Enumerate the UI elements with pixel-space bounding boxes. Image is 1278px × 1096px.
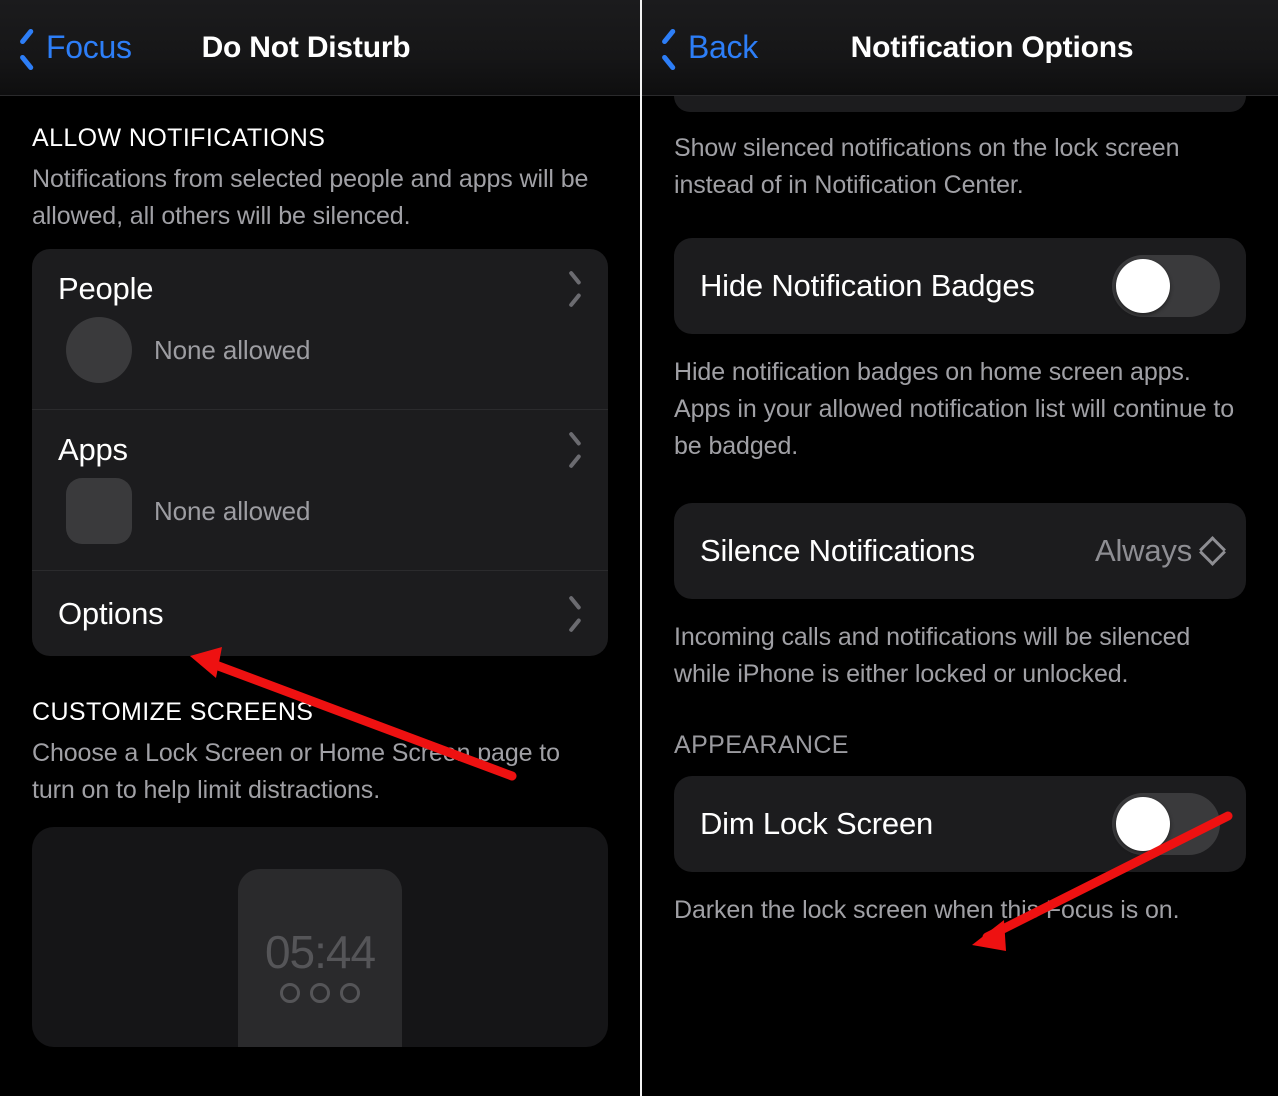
toggle-knob [1116,259,1170,313]
right-content: Show silenced notifications on the lock … [642,96,1278,929]
left-content: ALLOW NOTIFICATIONS Notifications from s… [0,124,640,1047]
page-dot-icon [310,983,330,1003]
hide-notification-badges-label: Hide Notification Badges [700,268,1035,303]
people-row[interactable]: People None allowed [32,249,608,409]
lock-screen-preview-card[interactable]: 05:44 [32,827,608,1047]
chevron-left-icon [660,31,680,65]
people-status: None allowed [154,334,311,365]
preview-clock: 05:44 [264,926,376,978]
page-dot-icon [280,983,300,1003]
apps-status: None allowed [154,495,311,526]
scrolled-off-card-edge [674,96,1246,112]
page-title: Notification Options [850,30,1134,64]
hide-notification-badges-card: Hide Notification Badges [674,238,1246,334]
left-nav-bar: Focus Do Not Disturb [0,0,640,96]
person-avatar-placeholder-icon [66,317,132,383]
back-button-focus[interactable]: Focus [18,29,132,66]
people-row-bottom: None allowed [32,307,608,409]
silence-notifications-card: Silence Notifications Always [674,503,1246,599]
notification-options-screen: Back Notification Options Show silenced … [642,0,1278,1096]
right-nav-bar: Back Notification Options [642,0,1278,96]
people-row-top: People [32,249,608,307]
people-label: People [58,271,154,306]
chevron-right-icon [566,436,582,464]
customize-screens-note: Choose a Lock Screen or Home Screen page… [32,739,560,804]
back-button-label: Focus [46,29,132,65]
appearance-header: APPEARANCE [674,731,849,759]
customize-screens-header: CUSTOMIZE SCREENS [32,698,314,726]
page-dot-icon [340,983,360,1003]
silence-notifications-value-control[interactable]: Always [1095,533,1220,569]
silence-notifications-value: Always [1095,533,1192,568]
side-by-side-screenshots: Focus Do Not Disturb ALLOW NOTIFICATIONS… [0,0,1278,1096]
allow-notifications-header: ALLOW NOTIFICATIONS [32,124,326,152]
options-label: Options [58,595,164,631]
lock-screen-preview-thumbnail: 05:44 [238,869,402,1047]
do-not-disturb-screen: Focus Do Not Disturb ALLOW NOTIFICATIONS… [0,0,640,1096]
lock-screen-note: Show silenced notifications on the lock … [674,134,1180,199]
allow-notifications-card: People None allowed Apps None allowed Op… [32,249,608,656]
chevron-right-icon [566,600,582,628]
back-button[interactable]: Back [660,29,758,66]
toggle-knob [1116,797,1170,851]
apps-row-bottom: None allowed [32,468,608,570]
dim-lock-screen-card: Dim Lock Screen [674,776,1246,872]
dim-lock-screen-row[interactable]: Dim Lock Screen [674,776,1246,872]
back-button-label: Back [688,29,758,65]
apps-row-top: Apps [32,410,608,468]
silence-notifications-row[interactable]: Silence Notifications Always [674,503,1246,599]
chevron-up-down-icon [1202,536,1220,566]
hide-notification-badges-row[interactable]: Hide Notification Badges [674,238,1246,334]
hide-notification-badges-note: Hide notification badges on home screen … [674,358,1235,460]
dim-lock-screen-note: Darken the lock screen when this Focus i… [674,896,1180,924]
allow-notifications-note: Notifications from selected people and a… [32,165,589,230]
hide-notification-badges-toggle[interactable] [1112,255,1220,317]
options-row[interactable]: Options [32,570,608,656]
silence-notifications-label: Silence Notifications [700,533,975,568]
apps-label: Apps [58,432,128,467]
chevron-left-icon [18,31,38,65]
dim-lock-screen-label: Dim Lock Screen [700,806,934,841]
silence-notifications-note: Incoming calls and notifications will be… [674,623,1191,688]
chevron-right-icon [566,275,582,303]
apps-row[interactable]: Apps None allowed [32,409,608,570]
dim-lock-screen-toggle[interactable] [1112,793,1220,855]
preview-page-dots [280,983,360,1003]
app-icon-placeholder-icon [66,478,132,544]
